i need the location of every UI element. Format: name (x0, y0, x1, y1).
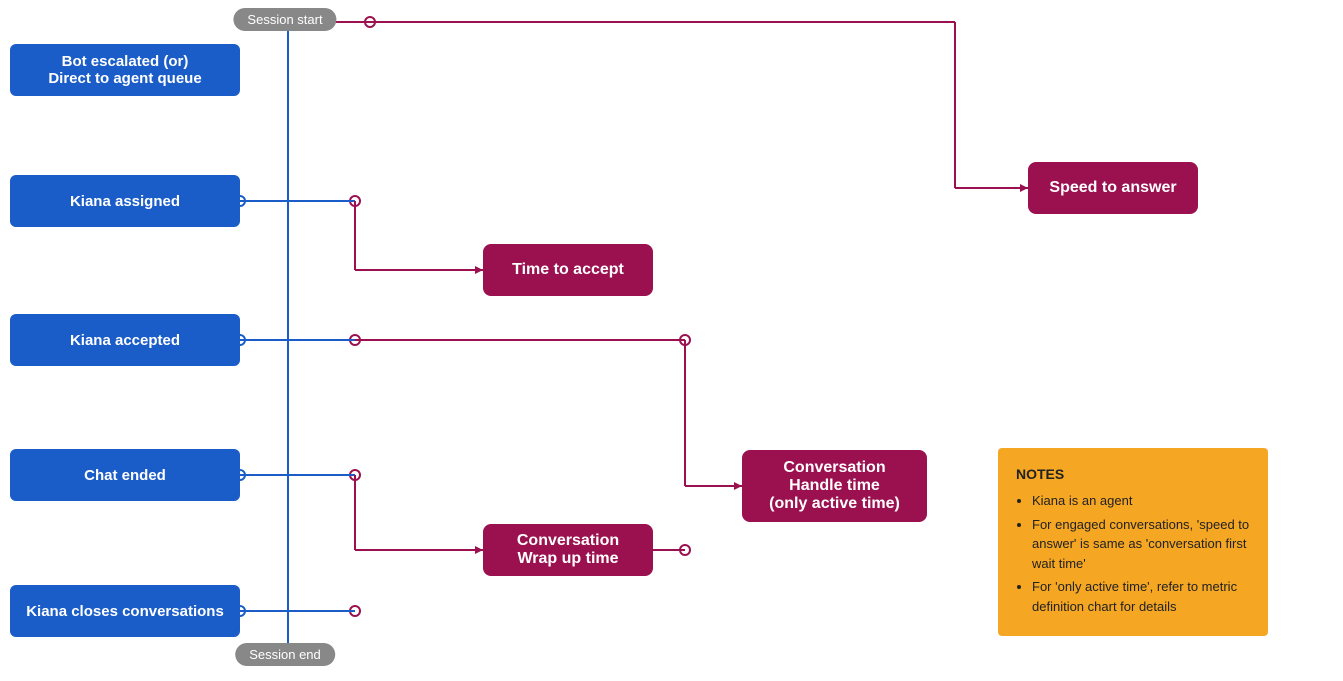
session-start-label: Session start (233, 8, 336, 31)
event-box-kiana-closes: Kiana closes conversations (10, 585, 240, 637)
session-end-label: Session end (235, 643, 335, 666)
notes-item-1: Kiana is an agent (1032, 491, 1250, 511)
notes-item-3: For 'only active time', refer to metric … (1032, 577, 1250, 616)
event-box-kiana-assigned: Kiana assigned (10, 175, 240, 227)
metric-box-speed-to-answer: Speed to answer (1028, 162, 1198, 214)
event-box-kiana-accepted: Kiana accepted (10, 314, 240, 366)
metric-box-conv-handle-time: ConversationHandle time(only active time… (742, 450, 927, 522)
notes-box: NOTES Kiana is an agent For engaged conv… (998, 448, 1268, 636)
event-box-chat-ended: Chat ended (10, 449, 240, 501)
notes-title: NOTES (1016, 464, 1250, 485)
metric-box-time-to-accept: Time to accept (483, 244, 653, 296)
event-box-bot-escalated: Bot escalated (or)Direct to agent queue (10, 44, 240, 96)
notes-list: Kiana is an agent For engaged conversati… (1016, 491, 1250, 616)
diagram-container: Session start Session end Bot escalated … (0, 0, 1343, 681)
metric-box-conv-wrap-up: ConversationWrap up time (483, 524, 653, 576)
notes-item-2: For engaged conversations, 'speed to ans… (1032, 515, 1250, 574)
